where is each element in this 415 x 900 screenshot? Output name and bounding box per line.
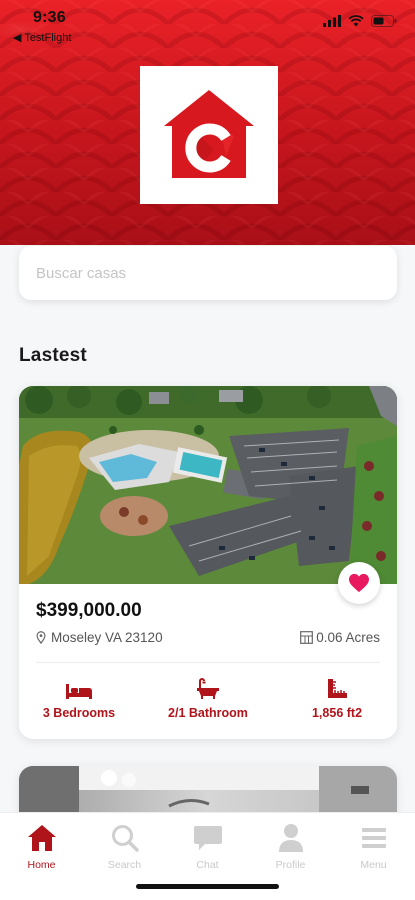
card-divider: [36, 662, 380, 663]
user-icon: [278, 824, 303, 852]
lot-size-icon: [300, 631, 314, 644]
tab-chat-label: Chat: [196, 859, 219, 871]
bed-icon: [66, 684, 92, 699]
feature-bedrooms-label: 3 Bedrooms: [42, 706, 116, 720]
listing-card[interactable]: $399,000.00 Moseley VA 23120 0.06 Acres: [19, 386, 397, 739]
status-bar: 9:36 ◀ TestFlight: [0, 0, 415, 46]
location-pin-icon: [36, 631, 46, 644]
search-bar[interactable]: [19, 246, 397, 300]
tab-search[interactable]: Search: [83, 821, 166, 871]
house-c-logo-icon: [164, 90, 254, 178]
feature-area: 1,856 ft2: [277, 678, 397, 720]
aerial-photo-image: [19, 386, 397, 584]
tab-search-label: Search: [107, 859, 142, 871]
tab-menu[interactable]: Menu: [332, 821, 415, 871]
feature-bathrooms: 2/1 Bathroom: [148, 678, 268, 720]
menu-icon: [361, 828, 386, 848]
area-ruler-icon: [328, 679, 347, 698]
battery-icon: [371, 15, 397, 27]
location-text: Moseley VA 23120: [51, 630, 163, 645]
section-title: Lastest: [19, 345, 87, 366]
home-indicator[interactable]: [136, 884, 279, 889]
listing-price: $399,000.00: [36, 600, 142, 621]
search-input[interactable]: [36, 264, 380, 282]
acreage-text: 0.06 Acres: [316, 630, 380, 645]
search-icon: [111, 825, 139, 852]
bathtub-icon: [197, 678, 219, 699]
app-logo: [140, 66, 278, 204]
back-to-testflight-link[interactable]: ◀ TestFlight: [13, 31, 71, 44]
listing-photo[interactable]: [19, 386, 397, 584]
tab-home[interactable]: Home: [0, 821, 83, 871]
tab-chat[interactable]: Chat: [166, 821, 249, 871]
favorite-button[interactable]: [338, 562, 380, 604]
chat-icon: [193, 826, 222, 850]
home-icon: [27, 825, 56, 851]
tab-profile-label: Profile: [275, 859, 306, 871]
tab-home-label: Home: [27, 859, 56, 871]
wifi-icon: [348, 15, 364, 27]
listing-location: Moseley VA 23120: [36, 630, 163, 645]
feature-bathrooms-label: 2/1 Bathroom: [168, 706, 248, 720]
status-icons: [323, 15, 397, 27]
tab-menu-label: Menu: [360, 859, 387, 871]
feature-area-label: 1,856 ft2: [311, 706, 363, 720]
status-time: 9:36: [33, 9, 66, 26]
tab-profile[interactable]: Profile: [249, 821, 332, 871]
feature-bedrooms: 3 Bedrooms: [19, 678, 139, 720]
cellular-signal-icon: [323, 15, 341, 27]
listing-acreage: 0.06 Acres: [300, 630, 380, 645]
heart-icon: [349, 573, 369, 593]
hero-banner: 9:36 ◀ TestFlight: [0, 0, 415, 245]
